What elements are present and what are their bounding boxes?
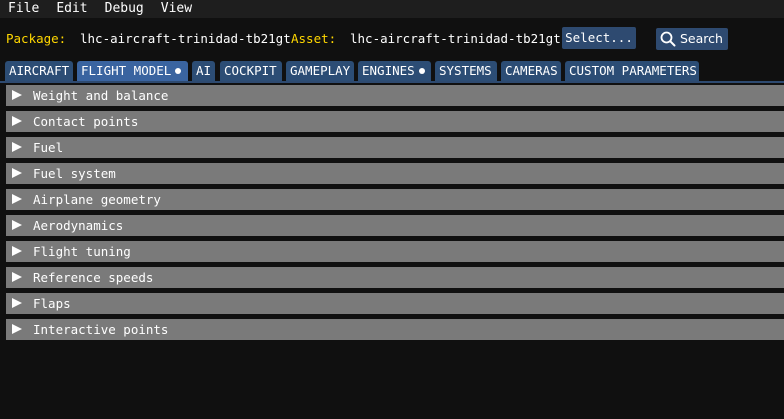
menu-bar: File Edit Debug View: [0, 0, 784, 18]
section-interactive-points[interactable]: Interactive points: [6, 319, 784, 340]
section-list: Weight and balance Contact points Fuel F…: [6, 85, 784, 345]
section-contact-points[interactable]: Contact points: [6, 111, 784, 132]
triangle-right-icon: [12, 298, 22, 308]
modified-dot-icon: [175, 68, 182, 74]
menu-edit[interactable]: Edit: [47, 0, 95, 18]
section-fuel[interactable]: Fuel: [6, 137, 784, 158]
tab-systems[interactable]: SYSTEMS: [435, 61, 497, 81]
section-flaps[interactable]: Flaps: [6, 293, 784, 314]
section-label: Flight tuning: [33, 244, 131, 259]
tab-bar: AIRCRAFT FLIGHT MODEL AI COCKPIT GAMEPLA…: [0, 59, 784, 83]
package-value: lhc-aircraft-trinidad-tb21gt: [80, 30, 291, 46]
triangle-right-icon: [12, 142, 22, 152]
search-icon: [660, 31, 676, 47]
triangle-right-icon: [12, 194, 22, 204]
asset-value: lhc-aircraft-trinidad-tb21gt: [350, 30, 561, 46]
tab-flight-model[interactable]: FLIGHT MODEL: [77, 61, 188, 81]
triangle-right-icon: [12, 168, 22, 178]
section-reference-speeds[interactable]: Reference speeds: [6, 267, 784, 288]
section-label: Fuel: [33, 140, 64, 155]
menu-debug[interactable]: Debug: [96, 0, 152, 18]
tab-label: AIRCRAFT: [9, 63, 70, 78]
tab-label: ENGINES: [362, 63, 415, 78]
asset-label: Asset:: [291, 30, 337, 46]
section-label: Fuel system: [33, 166, 116, 181]
section-flight-tuning[interactable]: Flight tuning: [6, 241, 784, 262]
section-label: Reference speeds: [33, 270, 154, 285]
package-label: Package:: [6, 30, 67, 46]
tab-custom-parameters[interactable]: CUSTOM PARAMETERS: [565, 61, 699, 81]
tab-cockpit[interactable]: COCKPIT: [220, 61, 282, 81]
tab-label: CAMERAS: [505, 63, 558, 78]
tab-label: GAMEPLAY: [290, 63, 351, 78]
app-window: File Edit Debug View Package: lhc-aircra…: [0, 0, 784, 419]
search-button-label: Search: [680, 31, 723, 46]
section-label: Contact points: [33, 114, 139, 129]
tab-label: SYSTEMS: [439, 63, 492, 78]
section-label: Aerodynamics: [33, 218, 124, 233]
tab-cameras[interactable]: CAMERAS: [501, 61, 561, 81]
tab-label: CUSTOM PARAMETERS: [569, 63, 697, 78]
section-label: Interactive points: [33, 322, 169, 337]
modified-dot-icon: [418, 68, 425, 74]
tab-engines[interactable]: ENGINES: [358, 61, 431, 81]
select-button[interactable]: Select...: [562, 27, 636, 49]
section-weight-and-balance[interactable]: Weight and balance: [6, 85, 784, 106]
section-label: Flaps: [33, 296, 71, 311]
section-label: Airplane geometry: [33, 192, 161, 207]
tab-label: FLIGHT MODEL: [81, 63, 172, 78]
tab-aircraft[interactable]: AIRCRAFT: [5, 61, 73, 81]
triangle-right-icon: [12, 220, 22, 230]
tab-gameplay[interactable]: GAMEPLAY: [286, 61, 354, 81]
tab-label: AI: [196, 63, 212, 78]
menu-file[interactable]: File: [0, 0, 47, 18]
section-fuel-system[interactable]: Fuel system: [6, 163, 784, 184]
triangle-right-icon: [12, 272, 22, 282]
section-airplane-geometry[interactable]: Airplane geometry: [6, 189, 784, 210]
triangle-right-icon: [12, 90, 22, 100]
section-aerodynamics[interactable]: Aerodynamics: [6, 215, 784, 236]
search-button[interactable]: Search: [656, 28, 728, 50]
tab-label: COCKPIT: [224, 63, 277, 78]
menu-view[interactable]: View: [152, 0, 200, 18]
section-label: Weight and balance: [33, 88, 169, 103]
triangle-right-icon: [12, 246, 22, 256]
triangle-right-icon: [12, 116, 22, 126]
package-row: Package: lhc-aircraft-trinidad-tb21gt As…: [0, 26, 784, 50]
triangle-right-icon: [12, 324, 22, 334]
tab-ai[interactable]: AI: [192, 61, 215, 81]
